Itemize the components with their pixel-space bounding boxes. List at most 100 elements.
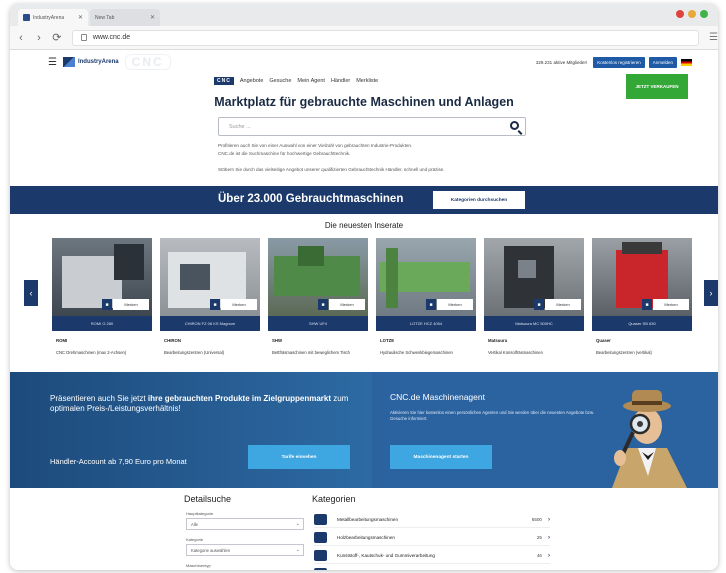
category-icon bbox=[314, 514, 327, 525]
nav-item-merkliste[interactable]: Merkliste bbox=[356, 78, 378, 84]
category-name: Metallbearbeitungsmaschinen bbox=[337, 517, 399, 522]
category-icon bbox=[314, 550, 327, 561]
listing-caption[interactable]: CHIRON FZ 08 KS Magnum bbox=[160, 316, 260, 331]
close-tab-icon[interactable]: ✕ bbox=[78, 14, 83, 21]
search-icon[interactable] bbox=[510, 121, 519, 130]
login-button[interactable]: Anmelden bbox=[648, 56, 677, 68]
listing-card[interactable]: ■ Merken ROMI G 280 ROMI CNC Drehmaschinen (… bbox=[52, 238, 152, 368]
listing-caption[interactable]: ROMI G 280 bbox=[52, 316, 152, 331]
listing-caption[interactable]: SHW UF4 bbox=[268, 316, 368, 331]
page-title: Marktplatz für gebrauchte Maschinen und … bbox=[214, 95, 514, 109]
hamburger-menu-icon[interactable]: ☰ bbox=[48, 57, 57, 68]
nav-item-haendler[interactable]: Händler bbox=[331, 78, 350, 84]
bookmark-button[interactable]: Merken bbox=[653, 299, 689, 310]
logo-mark-icon bbox=[62, 57, 75, 67]
category-icon bbox=[314, 532, 327, 543]
listing-card[interactable]: ■ Merken SHW UF4 SHW Bettfräsmaschinen mit b… bbox=[268, 238, 368, 368]
forward-icon[interactable]: › bbox=[32, 32, 46, 44]
bookmark-button[interactable]: Merken bbox=[329, 299, 365, 310]
listing-category: Hydraulische Schwenkbiegemaschinen bbox=[380, 350, 453, 355]
listing-card[interactable]: ■ Merken LOTZE HCZ 4054 LOTZE Hydraulische S… bbox=[376, 238, 476, 368]
nav-item-angebote[interactable]: Angebote bbox=[240, 78, 264, 84]
bookmark-icon[interactable]: ■ bbox=[318, 299, 328, 310]
bookmark-button[interactable]: Merken bbox=[221, 299, 257, 310]
category-count: 46 bbox=[536, 553, 542, 558]
bookmark-icon[interactable]: ■ bbox=[102, 299, 112, 310]
bookmark-button[interactable]: Merken bbox=[437, 299, 473, 310]
close-tab-icon[interactable]: ✕ bbox=[150, 14, 155, 21]
url-field[interactable]: www.cnc.de bbox=[71, 29, 700, 46]
listing-brand: Matsuura bbox=[488, 338, 508, 343]
listing-category: CNC Drehmaschinen (max 2-Achsen) bbox=[56, 350, 127, 355]
main-nav: CNC Angebote Gesuche Mein Agent Händler … bbox=[214, 77, 378, 85]
nav-brand[interactable]: CNC bbox=[214, 77, 234, 85]
view-tariffs-button[interactable]: Tarife einsehen bbox=[248, 445, 350, 469]
machine-shape bbox=[386, 248, 398, 308]
chevron-right-icon: › bbox=[548, 534, 550, 541]
bookmark-icon[interactable]: ■ bbox=[426, 299, 436, 310]
minimize-dot[interactable] bbox=[676, 10, 684, 18]
german-flag-icon[interactable] bbox=[681, 58, 692, 66]
listing-brand: LOTZE bbox=[380, 338, 395, 343]
bookmark-button[interactable]: Merken bbox=[113, 299, 149, 310]
bookmark-icon[interactable]: ■ bbox=[642, 299, 652, 310]
dealer-promo-text: Präsentieren auch Sie jetzt ihre gebrauc… bbox=[50, 394, 350, 414]
window-controls bbox=[676, 10, 708, 18]
browser-window: IndustryArena ✕ New Tab ✕ ‹ › ⟳ www.cnc.… bbox=[10, 4, 718, 570]
nav-item-mein-agent[interactable]: Mein Agent bbox=[297, 78, 325, 84]
listing-card[interactable]: ■ Merken Quaser SB 630 Quaser Bearbeitungsze… bbox=[592, 238, 692, 368]
browser-tab[interactable]: New Tab ✕ bbox=[90, 9, 160, 26]
industryarena-logo[interactable]: IndustryArena bbox=[62, 57, 119, 67]
browse-categories-button[interactable]: Kategorien durchsuchen bbox=[433, 191, 525, 209]
dealer-promo-text-a: Präsentieren auch Sie jetzt bbox=[50, 394, 148, 403]
search-input[interactable]: Suche ... bbox=[218, 117, 526, 136]
bookmark-icon[interactable]: ■ bbox=[210, 299, 220, 310]
category-name: Holzbearbeitungsmaschinen bbox=[337, 535, 395, 540]
category-row[interactable]: Holzbearbeitungsmaschinen 25 › bbox=[314, 530, 550, 546]
back-icon[interactable]: ‹ bbox=[14, 32, 28, 44]
start-agent-button[interactable]: Maschinenagent starten bbox=[390, 445, 492, 469]
register-button[interactable]: Kostenlos registrieren bbox=[593, 56, 645, 68]
machine-shape bbox=[114, 244, 144, 280]
listing-card[interactable]: ■ Merken CHIRON FZ 08 KS Magnum CHIRON Bearb… bbox=[160, 238, 260, 368]
category-row[interactable]: Metallbearbeitungsmaschinen 6500 › bbox=[314, 512, 550, 528]
category-row[interactable]: Verpackungsmaschinen3› bbox=[314, 566, 550, 570]
chevron-right-icon: › bbox=[548, 516, 550, 523]
listing-category: Bearbeitungszentren (Universal) bbox=[164, 350, 225, 355]
category-count: 6500 bbox=[531, 517, 542, 522]
carousel-prev-icon[interactable]: ‹ bbox=[24, 280, 38, 306]
reload-icon[interactable]: ⟳ bbox=[50, 31, 64, 44]
browser-tab[interactable]: IndustryArena ✕ bbox=[18, 9, 88, 26]
machine-shape bbox=[622, 242, 662, 254]
bookmark-icon[interactable]: ■ bbox=[534, 299, 544, 310]
listing-brand: Quaser bbox=[596, 338, 611, 343]
search-placeholder: Suche ... bbox=[229, 123, 251, 130]
detective-illustration bbox=[612, 390, 687, 488]
category-row[interactable]: Kunststoff-, Kautschuk- und Gummiverarbe… bbox=[314, 548, 550, 564]
listing-brand: CHIRON bbox=[164, 338, 181, 343]
listing-category: Vertikal Konsolfräsmaschinen bbox=[488, 350, 543, 355]
main-category-select[interactable]: Alle ⌄ bbox=[186, 518, 304, 530]
intro-text-2: CNC.de ist die Suchmaschine für hochwert… bbox=[218, 151, 351, 156]
carousel-next-icon[interactable]: › bbox=[704, 280, 718, 306]
maximize-dot[interactable] bbox=[688, 10, 696, 18]
listing-caption[interactable]: Matsuura MC 500HC bbox=[484, 316, 584, 331]
machines-banner: Über 23.000 Gebrauchtmaschinen Kategorie… bbox=[10, 186, 718, 214]
listing-caption[interactable]: Quaser SB 630 bbox=[592, 316, 692, 331]
listing-category: Bearbeitungszentren (vertikal) bbox=[596, 350, 652, 355]
filter-label: Kategorie bbox=[186, 537, 204, 542]
banner-title: Über 23.000 Gebrauchtmaschinen bbox=[218, 193, 404, 205]
cnc-logo: CNC bbox=[124, 54, 171, 70]
listing-caption[interactable]: LOTZE HCZ 4054 bbox=[376, 316, 476, 331]
close-dot[interactable] bbox=[700, 10, 708, 18]
bookmark-button[interactable]: Merken bbox=[545, 299, 581, 310]
nav-item-gesuche[interactable]: Gesuche bbox=[269, 78, 291, 84]
category-select[interactable]: Kategorie auswählen ⌄ bbox=[186, 544, 304, 556]
machine-shape bbox=[298, 246, 324, 266]
category-count: 25 bbox=[536, 535, 542, 540]
listing-card[interactable]: ■ Merken Matsuura MC 500HC Matsuura Vertikal… bbox=[484, 238, 584, 368]
tab-bar: IndustryArena ✕ New Tab ✕ bbox=[10, 4, 718, 26]
chevron-right-icon: › bbox=[548, 552, 550, 559]
lock-icon bbox=[80, 34, 87, 41]
browser-menu-icon[interactable]: ☰ bbox=[709, 32, 718, 43]
